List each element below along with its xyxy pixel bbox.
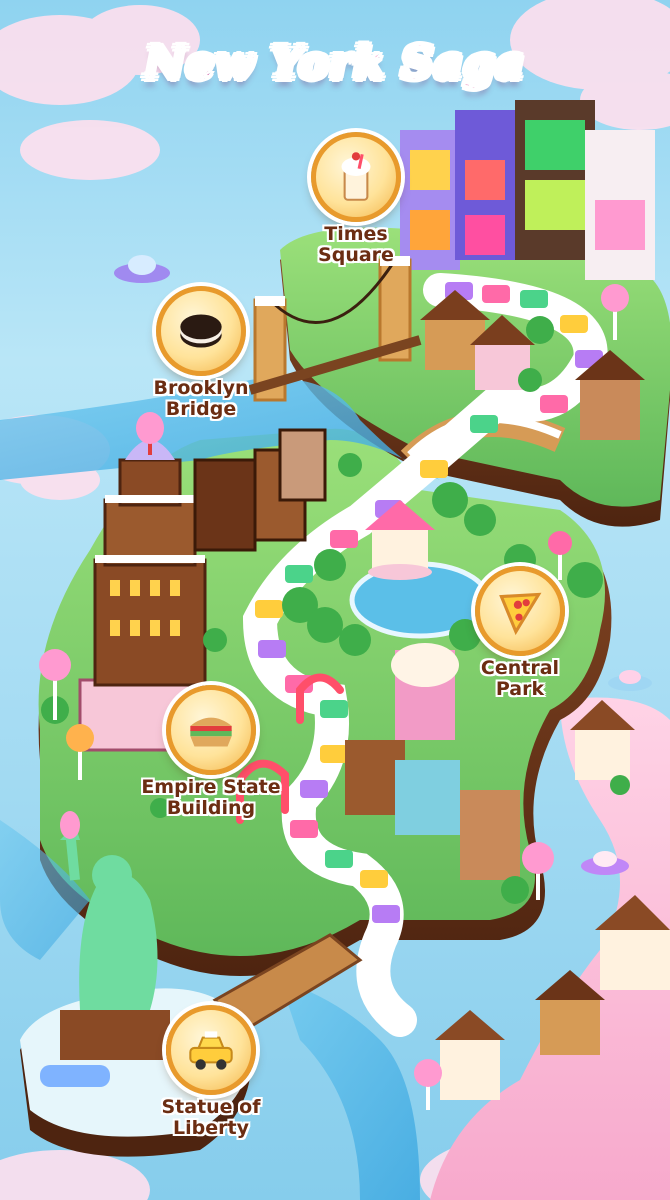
location-times-square[interactable]: Times Square — [286, 132, 426, 266]
sandwich-icon — [166, 685, 256, 775]
location-brooklyn-bridge[interactable]: Brooklyn Bridge — [131, 286, 271, 420]
location-label: Statue of Liberty — [161, 1096, 261, 1139]
game-title: New York Saga — [145, 38, 525, 89]
location-label: Brooklyn Bridge — [153, 377, 249, 420]
milkshake-icon — [311, 132, 401, 222]
location-empire-state-building[interactable]: Empire State Building — [141, 685, 281, 819]
location-central-park[interactable]: Central Park — [450, 566, 590, 700]
location-label: Central Park — [480, 657, 560, 700]
pizza-icon — [475, 566, 565, 656]
location-label: Empire State Building — [141, 776, 281, 819]
location-label: Times Square — [318, 223, 394, 266]
taxi-icon — [166, 1005, 256, 1095]
location-statue-of-liberty[interactable]: Statue of Liberty — [141, 1005, 281, 1139]
cookie-icon — [156, 286, 246, 376]
